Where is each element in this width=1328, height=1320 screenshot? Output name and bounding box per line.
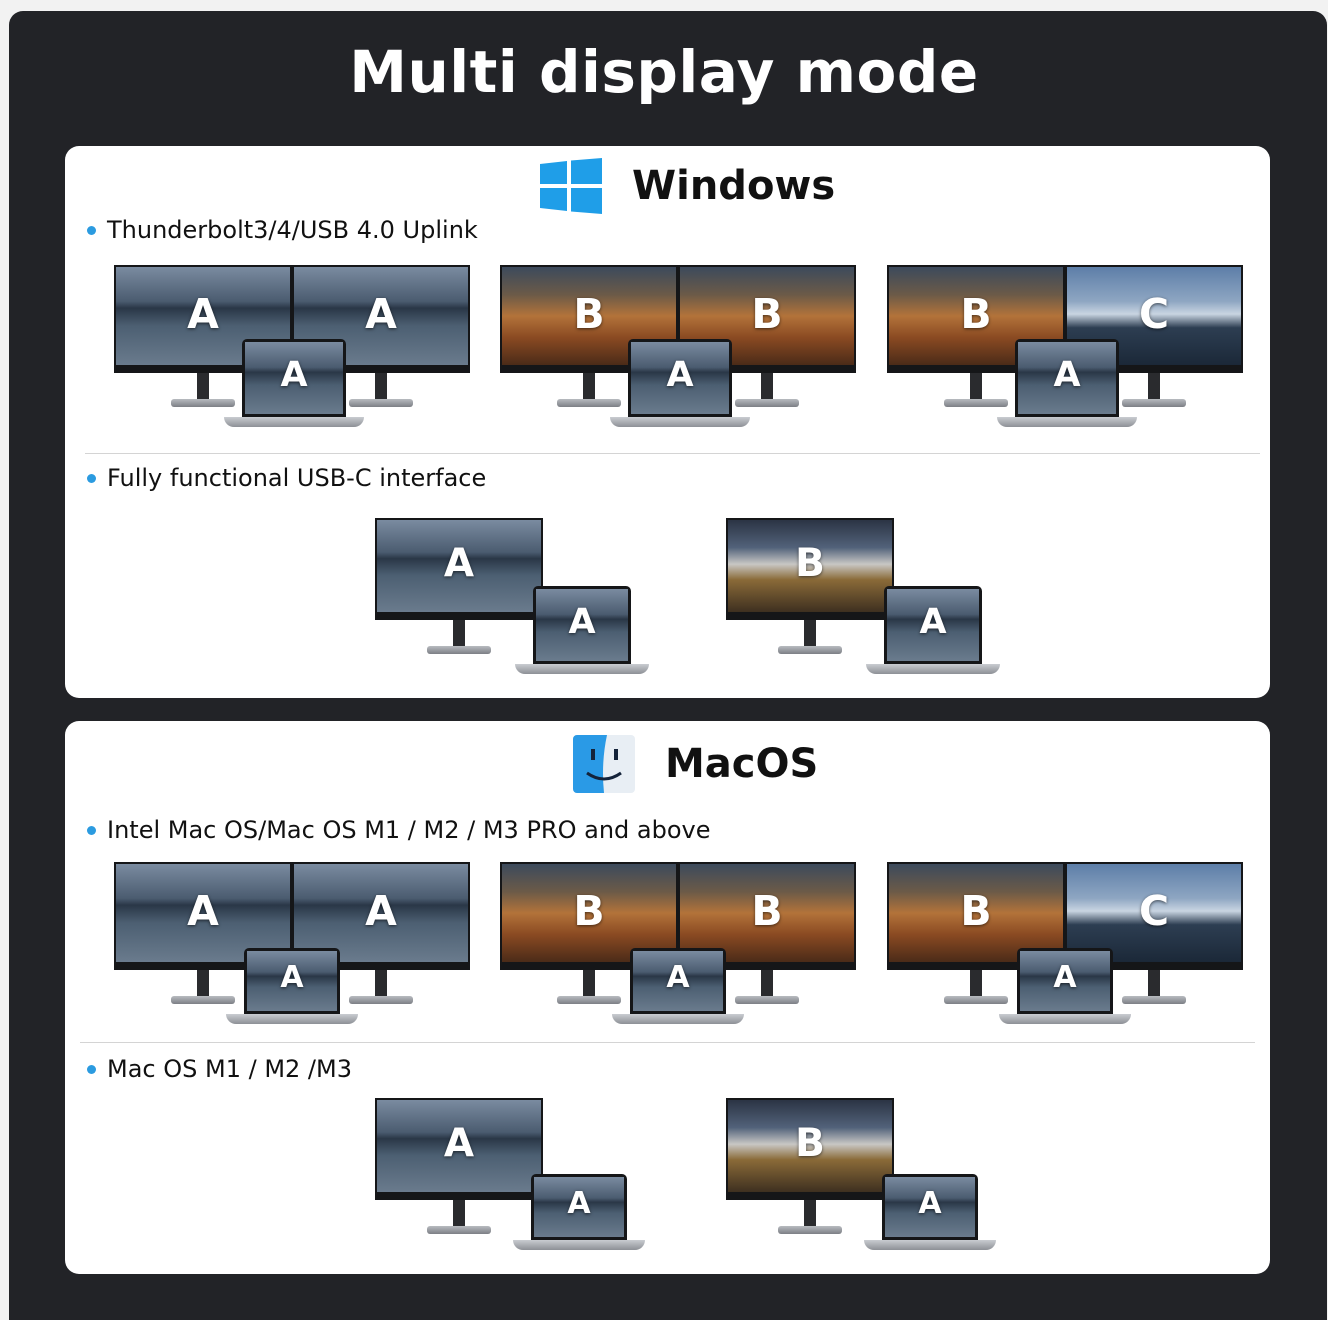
finder-logo-icon <box>573 735 635 793</box>
monitor-base <box>171 996 235 1004</box>
bullet-intel-mac: Intel Mac OS/Mac OS M1 / M2 / M3 PRO and… <box>87 816 711 844</box>
laptop-base <box>612 1014 744 1024</box>
display-label: A <box>568 602 596 642</box>
display-label: A <box>918 1186 942 1221</box>
laptop-base <box>224 417 364 427</box>
monitor-stand <box>453 1200 465 1228</box>
display-label: A <box>567 1186 591 1221</box>
page-title: Multi display mode <box>349 38 979 106</box>
monitor-base <box>349 996 413 1004</box>
laptop-base <box>610 417 750 427</box>
monitor-stand <box>1148 970 1160 998</box>
laptop-base <box>866 664 1000 674</box>
monitor-stand <box>761 373 773 401</box>
display-label: B <box>751 887 783 935</box>
display-label: A <box>1053 960 1077 995</box>
display-label: A <box>666 355 694 395</box>
laptop-base <box>226 1014 358 1024</box>
display-label: B <box>573 887 605 935</box>
monitor-stand <box>375 373 387 401</box>
monitor-base <box>1122 996 1186 1004</box>
windows-label: Windows <box>632 163 836 209</box>
monitor-stand <box>804 1200 816 1228</box>
display-label: A <box>1053 355 1081 395</box>
monitor-base <box>557 996 621 1004</box>
monitor-stand <box>197 970 209 998</box>
laptop-base <box>864 1240 996 1250</box>
windows-header: Windows <box>540 158 835 214</box>
bullet-mac-m: Mac OS M1 / M2 /M3 <box>87 1055 352 1083</box>
display-label: A <box>187 887 219 935</box>
monitor-base <box>427 646 491 654</box>
bullet-dot-icon <box>87 473 96 483</box>
bullet-label: Thunderbolt3/4/USB 4.0 Uplink <box>107 216 478 244</box>
monitor-base <box>735 399 799 407</box>
windows-logo-icon <box>540 158 602 214</box>
monitor-stand <box>804 620 816 648</box>
display-label: A <box>443 541 475 586</box>
display-label: B <box>960 887 992 935</box>
laptop-base <box>515 664 649 674</box>
monitor-base <box>557 399 621 407</box>
display-label: A <box>365 887 397 935</box>
display-label: C <box>1138 887 1170 935</box>
monitor-base <box>349 399 413 407</box>
monitor-stand <box>375 970 387 998</box>
monitor-stand <box>970 970 982 998</box>
display-label: A <box>280 960 304 995</box>
display-label: A <box>666 960 690 995</box>
monitor-base <box>1122 399 1186 407</box>
monitor-base <box>427 1226 491 1234</box>
monitor-base <box>944 399 1008 407</box>
divider <box>85 453 1260 454</box>
bullet-dot-icon <box>87 1064 96 1074</box>
bullet-usb-c: Fully functional USB-C interface <box>87 464 486 492</box>
macos-header: MacOS <box>573 735 818 793</box>
monitor-base <box>735 996 799 1004</box>
laptop-base <box>513 1240 645 1250</box>
monitor-base <box>944 996 1008 1004</box>
divider <box>80 1042 1255 1043</box>
monitor-base <box>778 646 842 654</box>
bullet-label: Intel Mac OS/Mac OS M1 / M2 / M3 PRO and… <box>107 816 711 844</box>
bullet-label: Fully functional USB-C interface <box>107 464 487 492</box>
monitor-stand <box>1148 373 1160 401</box>
laptop-base <box>997 417 1137 427</box>
monitor-stand <box>197 373 209 401</box>
display-label: A <box>280 355 308 395</box>
monitor-base <box>778 1226 842 1234</box>
display-label: B <box>795 541 825 586</box>
bullet-dot-icon <box>87 825 96 835</box>
display-label: B <box>795 1121 825 1166</box>
monitor-stand <box>970 373 982 401</box>
laptop-base <box>999 1014 1131 1024</box>
bullet-dot-icon <box>87 225 96 235</box>
monitor-stand <box>761 970 773 998</box>
monitor-stand <box>583 373 595 401</box>
monitor-stand <box>453 620 465 648</box>
bullet-label: Mac OS M1 / M2 /M3 <box>107 1055 352 1083</box>
monitor-base <box>171 399 235 407</box>
macos-label: MacOS <box>665 741 819 787</box>
display-label: A <box>443 1121 475 1166</box>
monitor-stand <box>583 970 595 998</box>
display-label: A <box>919 602 947 642</box>
bullet-thunderbolt: Thunderbolt3/4/USB 4.0 Uplink <box>87 216 478 244</box>
